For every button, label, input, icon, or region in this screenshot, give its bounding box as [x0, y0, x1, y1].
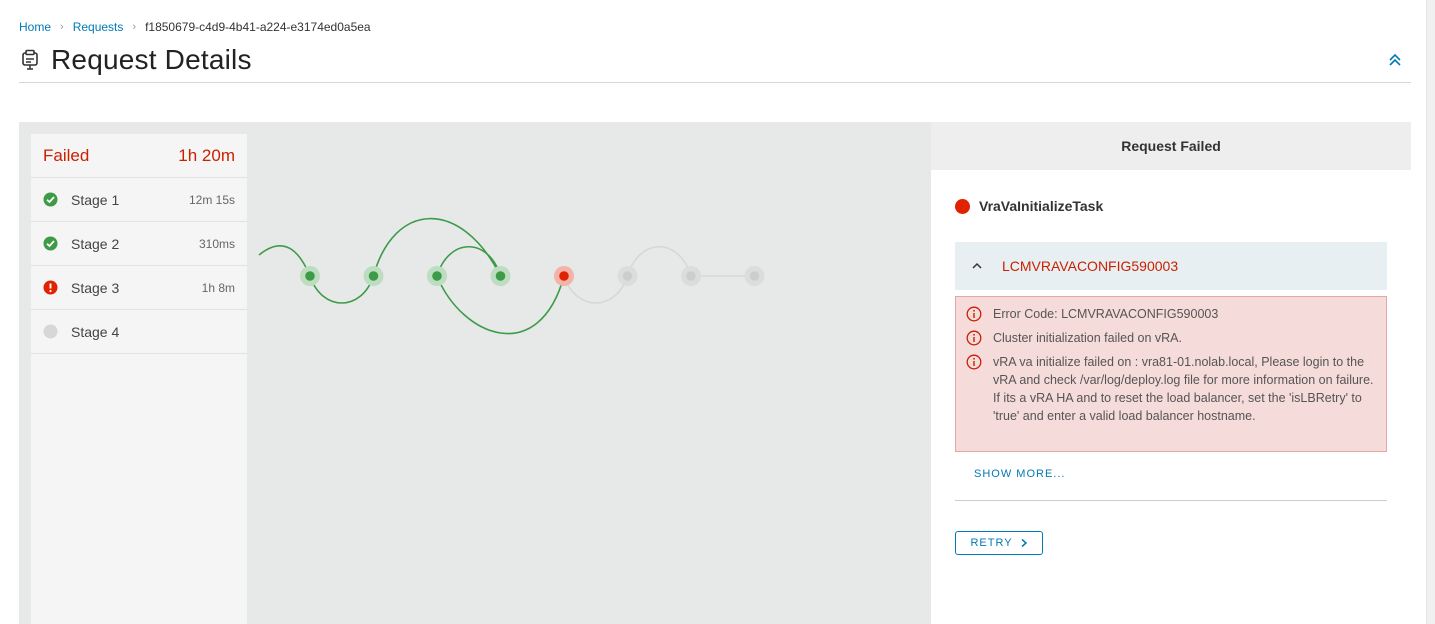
- stage-list-header: Failed 1h 20m: [31, 134, 247, 178]
- success-check-icon: [43, 192, 58, 207]
- flow-node-success[interactable]: [432, 271, 442, 281]
- stage-duration: 12m 15s: [188, 192, 235, 207]
- error-messages-box: Error Code: LCMVRAVACONFIG590003 Cluster …: [955, 296, 1387, 452]
- flow-node-error[interactable]: [559, 271, 569, 281]
- stage-list-panel: Failed 1h 20m Stage 1 12m 15s Stage 2 310ms…: [31, 134, 247, 624]
- info-circle-icon: [966, 306, 982, 322]
- flow-edge: [626, 245, 692, 277]
- breadcrumb-separator-icon: ›: [60, 21, 64, 33]
- breadcrumb-requests-link[interactable]: Requests: [73, 20, 124, 34]
- divider: [955, 500, 1387, 501]
- flow-edge: [436, 245, 502, 277]
- page-header: Request Details: [19, 44, 1411, 83]
- retry-button-label: RETRY: [970, 537, 1013, 549]
- page-title-wrap: Request Details: [19, 44, 1411, 76]
- request-details-panel: Request Failed VraVaInitializeTask LCMVR…: [931, 122, 1411, 624]
- page-title: Request Details: [51, 44, 252, 75]
- error-status-dot-icon: [955, 198, 970, 214]
- chevron-right-icon: [1021, 538, 1027, 548]
- stage-duration: 1h 8m: [201, 280, 235, 295]
- error-code-title: LCMVRAVACONFIG590003: [1002, 258, 1179, 274]
- task-name: VraVaInitializeTask: [979, 198, 1104, 214]
- stage-row[interactable]: Stage 4: [31, 310, 247, 354]
- request-total-duration: 1h 20m: [178, 145, 235, 165]
- stage-name: Stage 3: [71, 279, 120, 296]
- flow-node-success[interactable]: [305, 271, 315, 281]
- flow-node-pending[interactable]: [686, 271, 696, 281]
- failed-task-row: VraVaInitializeTask: [955, 198, 1103, 214]
- request-icon: [22, 49, 38, 70]
- stage-name: Stage 4: [71, 323, 120, 340]
- error-message-text: vRA va initialize failed on : vra81-01.n…: [993, 355, 1374, 423]
- info-circle-icon: [966, 354, 982, 370]
- page-scrollbar[interactable]: [1426, 0, 1435, 624]
- error-message-text: Error Code: LCMVRAVACONFIG590003: [993, 307, 1219, 321]
- pipeline-canvas: Failed 1h 20m Stage 1 12m 15s Stage 2 310ms…: [19, 122, 931, 624]
- stage-name: Stage 1: [71, 191, 120, 208]
- details-panel-header: Request Failed: [931, 122, 1411, 170]
- breadcrumb: Home › Requests › f1850679-c4d9-4b41-a22…: [19, 20, 371, 34]
- error-message-line: Cluster initialization failed on vRA.: [966, 329, 1376, 347]
- breadcrumb-home-link[interactable]: Home: [19, 20, 51, 34]
- double-chevron-up-icon[interactable]: [1387, 52, 1403, 68]
- flow-edge: [309, 275, 375, 304]
- success-check-icon: [43, 236, 58, 251]
- info-circle-icon: [966, 330, 982, 346]
- error-accordion-toggle[interactable]: LCMVRAVACONFIG590003: [955, 242, 1387, 290]
- flow-node-success[interactable]: [368, 271, 379, 281]
- error-exclamation-icon: [43, 280, 58, 295]
- stage-name: Stage 2: [71, 235, 120, 252]
- stage-row[interactable]: Stage 3 1h 8m: [31, 266, 247, 310]
- error-message-text: Cluster initialization failed on vRA.: [993, 331, 1182, 345]
- flow-node-pending[interactable]: [622, 271, 633, 281]
- stage-row[interactable]: Stage 2 310ms: [31, 222, 247, 266]
- stage-row[interactable]: Stage 1 12m 15s: [31, 178, 247, 222]
- retry-button[interactable]: RETRY: [955, 531, 1043, 555]
- breadcrumb-current: f1850679-c4d9-4b41-a224-e3174ed0a5ea: [145, 20, 371, 34]
- error-message-line: vRA va initialize failed on : vra81-01.n…: [966, 353, 1376, 425]
- pipeline-flow-graph: [258, 217, 765, 335]
- pending-circle-icon: [43, 324, 58, 339]
- request-status-label: Failed: [43, 145, 90, 165]
- breadcrumb-separator-icon: ›: [132, 21, 137, 33]
- error-message-line: Error Code: LCMVRAVACONFIG590003: [966, 305, 1376, 323]
- flow-node-success[interactable]: [495, 271, 506, 281]
- flow-edge: [563, 275, 629, 304]
- stage-duration: 310ms: [198, 236, 235, 251]
- show-more-link[interactable]: SHOW MORE...: [974, 468, 1065, 480]
- chevron-up-icon: [972, 262, 982, 269]
- flow-node-pending[interactable]: [749, 271, 760, 281]
